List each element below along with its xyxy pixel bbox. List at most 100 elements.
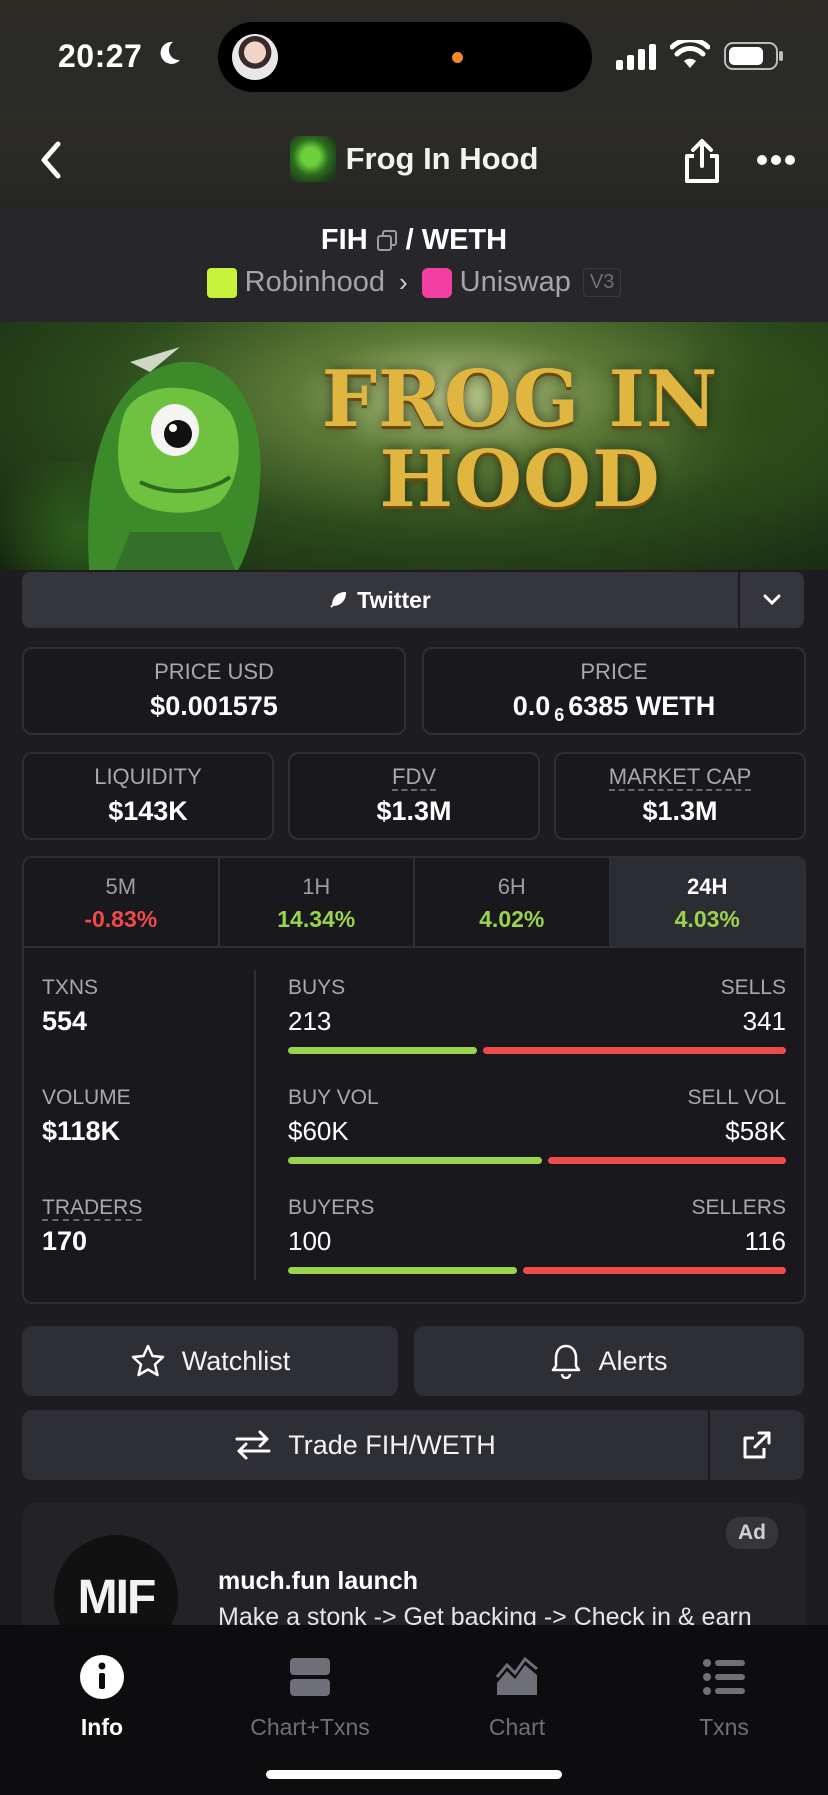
watchlist-button[interactable]: Watchlist: [22, 1326, 398, 1396]
sell-vol-bar: [547, 1157, 786, 1164]
external-trade-button[interactable]: [710, 1410, 804, 1480]
buy-vol-value: $60K: [288, 1116, 349, 1146]
home-indicator[interactable]: [266, 1770, 562, 1779]
share-icon[interactable]: [680, 138, 724, 184]
chevron-down-icon: [763, 594, 781, 606]
market-cap-value: $1.3M: [642, 796, 718, 826]
tab-1h[interactable]: 1H 14.34%: [220, 858, 415, 946]
volume-value: $118K: [42, 1116, 121, 1146]
trading-stats-panel: 5M -0.83% 1H 14.34% 6H 4.02% 24H 4.03% T…: [22, 856, 806, 1304]
tab-label: 24H: [687, 874, 728, 899]
nav-bar: Frog In Hood: [0, 110, 828, 210]
dynamic-island: [218, 22, 592, 92]
buys-sells-group: BUYS SELLS 213 341: [288, 976, 786, 1054]
bottom-tab-bar: Info Chart+Txns Chart Txns: [0, 1625, 828, 1795]
bell-icon: [552, 1344, 581, 1379]
buys-label: BUYS: [288, 976, 346, 999]
mcap-label-wrap: MARKET CAP: [556, 764, 804, 791]
tab-info[interactable]: Info: [12, 1653, 192, 1741]
traders-stat: TRADERS 170: [42, 1196, 143, 1257]
sell-bar: [483, 1047, 786, 1054]
banner-line-1: FROG IN: [321, 354, 719, 445]
chain-link[interactable]: Robinhood: [245, 266, 385, 299]
feather-icon: [330, 591, 347, 608]
sellers-value: 116: [744, 1226, 786, 1256]
social-links: Twitter: [22, 572, 804, 628]
banner-title: FROG IN HOOD: [310, 360, 730, 520]
ad-title: much.fun launch: [218, 1567, 418, 1595]
tab-txns[interactable]: Txns: [634, 1653, 814, 1741]
split-view-icon: [290, 1658, 330, 1696]
buyers-label: BUYERS: [288, 1196, 375, 1219]
trade-button[interactable]: Trade FIH/WETH: [22, 1410, 708, 1480]
buys-sells-bar: [288, 1047, 786, 1054]
traders-label[interactable]: TRADERS: [42, 1196, 143, 1221]
tab-label: 1H: [302, 874, 331, 899]
pair-line: FIH / WETH: [0, 224, 828, 257]
price-usd-card: PRICE USD $0.001575: [22, 647, 406, 735]
price-suffix: 6385 WETH: [568, 691, 716, 721]
sellers-bar: [523, 1267, 786, 1274]
tab-chart-label: Chart: [488, 1714, 546, 1740]
market-cap-label[interactable]: MARKET CAP: [608, 764, 752, 791]
traders-split-group: BUYERS SELLERS 100 116: [288, 1196, 786, 1274]
tab-chart-txns-label: Chart+Txns: [250, 1714, 370, 1740]
tab-label: 6H: [497, 874, 526, 899]
list-icon: [703, 1659, 745, 1695]
traders-split-bar: [288, 1267, 786, 1274]
moon-icon: [160, 41, 180, 64]
tab-5m[interactable]: 5M -0.83%: [24, 858, 220, 946]
fdv-card[interactable]: FDV $1.3M: [288, 752, 540, 840]
buyers-value: 100: [288, 1226, 332, 1256]
dex-link[interactable]: Uniswap: [460, 266, 571, 299]
swap-icon: [235, 1430, 271, 1460]
price-card: PRICE 0.0 6 6385 WETH: [422, 647, 806, 735]
tab-chart[interactable]: Chart: [427, 1653, 607, 1741]
buy-vol-bar: [288, 1157, 542, 1164]
links-dropdown-button[interactable]: [740, 572, 804, 628]
uniswap-icon: [421, 267, 452, 298]
tab-txns-label: Txns: [699, 1714, 749, 1740]
price-label: PRICE: [580, 659, 648, 684]
alerts-button[interactable]: Alerts: [414, 1326, 804, 1396]
txns-stat: TXNS 554: [42, 976, 98, 1037]
price-zero-count: 6: [554, 705, 565, 725]
buyers-bar: [288, 1267, 518, 1274]
sellers-label: SELLERS: [691, 1196, 786, 1219]
ad-badge: Ad: [726, 1517, 778, 1549]
twitter-button[interactable]: Twitter: [22, 572, 738, 628]
sell-vol-value: $58K: [725, 1116, 786, 1146]
volume-label: VOLUME: [42, 1086, 131, 1109]
volume-split-group: BUY VOL SELL VOL $60K $58K: [288, 1086, 786, 1164]
timeframe-tabs: 5M -0.83% 1H 14.34% 6H 4.02% 24H 4.03%: [24, 858, 804, 948]
liquidity-value: $143K: [108, 796, 188, 826]
fdv-value: $1.3M: [376, 796, 452, 826]
alerts-label: Alerts: [598, 1345, 668, 1376]
buy-vol-label: BUY VOL: [288, 1086, 379, 1109]
tab-label: 5M: [105, 874, 137, 899]
tab-chart-txns[interactable]: Chart+Txns: [220, 1653, 400, 1741]
signal-icon: [616, 44, 656, 70]
quote-symbol: WETH: [421, 224, 508, 256]
market-cap-card[interactable]: MARKET CAP $1.3M: [554, 752, 806, 840]
more-icon[interactable]: [756, 152, 796, 168]
clock: 20:27: [58, 38, 143, 74]
recording-indicator-icon: [452, 52, 463, 63]
price-change: 4.02%: [479, 906, 545, 932]
tab-24h[interactable]: 24H 4.03%: [610, 858, 804, 946]
sells-label: SELLS: [720, 976, 786, 999]
liquidity-label: LIQUIDITY: [94, 764, 202, 789]
tab-6h[interactable]: 6H 4.02%: [415, 858, 611, 946]
frog-illustration: [88, 347, 261, 570]
buy-bar: [288, 1047, 478, 1054]
battery-icon: [724, 42, 783, 70]
pair-info: FIH / WETH Robinhood › Uniswap V3: [0, 210, 828, 322]
robinhood-icon: [206, 267, 237, 298]
banner-line-2: HOOD: [379, 434, 661, 525]
fdv-label-wrap: FDV: [290, 764, 538, 791]
fdv-label[interactable]: FDV: [392, 764, 436, 791]
external-link-icon: [743, 1431, 771, 1459]
trade-label: Trade FIH/WETH: [288, 1429, 496, 1460]
copy-icon[interactable]: [376, 229, 398, 252]
txns-value: 554: [42, 1006, 88, 1036]
